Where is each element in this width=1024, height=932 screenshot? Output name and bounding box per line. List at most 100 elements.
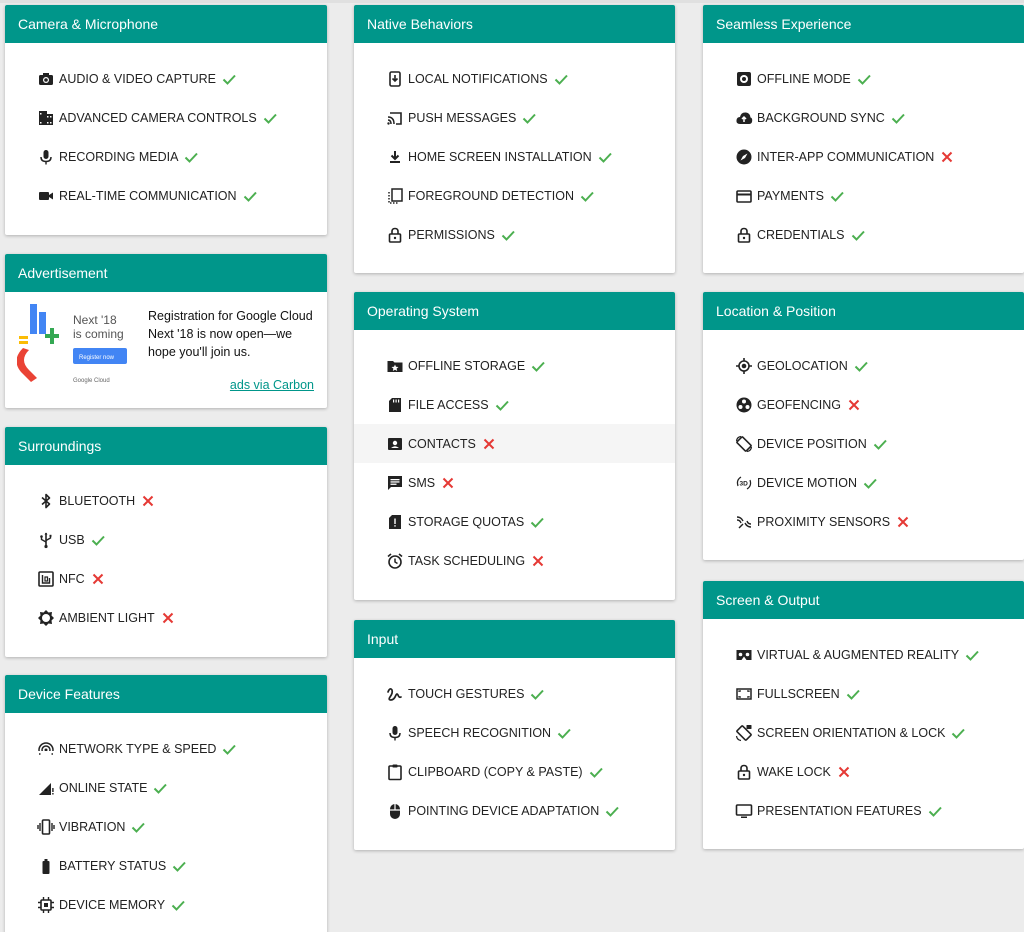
feature-item[interactable]: BATTERY STATUS [5,846,327,885]
check-icon [950,725,966,741]
feature-item[interactable]: BACKGROUND SYNC [703,98,1024,137]
top-divider [0,0,1024,3]
feature-item[interactable]: PROXIMITY SENSORS [703,502,1024,541]
feature-item[interactable]: VIBRATION [5,807,327,846]
feature-item[interactable]: WAKE LOCK [703,752,1024,791]
feature-label: OFFLINE MODE [757,71,851,86]
feature-item[interactable]: CLIPBOARD (COPY & PASTE) [354,752,675,791]
cross-icon [939,149,955,165]
check-icon [872,436,888,452]
feature-list: TOUCH GESTURES SPEECH RECOGNITION CLIPBOAR… [354,658,675,830]
lock-icon [735,763,753,781]
card-location-position: Location & Position GEOLOCATION GEOFENCIN… [703,292,1024,560]
feature-item[interactable]: OFFLINE STORAGE [354,346,675,385]
card-title: Location & Position [703,292,1024,330]
feature-item[interactable]: NETWORK TYPE & SPEED [5,729,327,768]
feature-item[interactable]: CONTACTS [354,424,675,463]
check-icon [853,358,869,374]
check-icon [579,188,595,204]
feature-item[interactable]: NFC [5,559,327,598]
cross-icon [90,571,106,587]
feature-label: PROXIMITY SENSORS [757,514,891,529]
vibration-icon [37,818,55,836]
vr-icon [735,646,753,664]
feature-item[interactable]: SPEECH RECOGNITION [354,713,675,752]
feature-item[interactable]: FULLSCREEN [703,674,1024,713]
feature-label: DEVICE POSITION [757,436,867,451]
offline-icon [735,70,753,88]
feature-label: AMBIENT LIGHT [59,610,155,625]
feature-label: AUDIO & VIDEO CAPTURE [59,71,216,86]
feature-label: WAKE LOCK [757,764,831,779]
feature-item[interactable]: GEOLOCATION [703,346,1024,385]
feature-list: VIRTUAL & AUGMENTED REALITY FULLSCREEN SCR… [703,619,1024,830]
feature-item[interactable]: PERMISSIONS [354,215,675,254]
ad-image[interactable]: Next '18 is coming Register now Google C… [17,304,127,396]
cross-icon [440,475,456,491]
feature-item[interactable]: OFFLINE MODE [703,59,1024,98]
feature-label: TASK SCHEDULING [408,553,526,568]
feature-item[interactable]: STORAGE QUOTAS [354,502,675,541]
ad-register-button: Register now [79,355,115,361]
feature-label: NFC [59,571,85,586]
check-icon [964,647,980,663]
feature-item[interactable]: HOME SCREEN INSTALLATION [354,137,675,176]
feature-label: PERMISSIONS [408,227,495,242]
feature-item[interactable]: ADVANCED CAMERA CONTROLS [5,98,327,137]
check-icon [262,110,278,126]
feature-label: GEOLOCATION [757,358,848,373]
feature-item[interactable]: GEOFENCING [703,385,1024,424]
feature-item[interactable]: USB [5,520,327,559]
feature-label: ONLINE STATE [59,780,148,795]
folder-star-icon [386,357,404,375]
feature-item[interactable]: FILE ACCESS [354,385,675,424]
feature-item[interactable]: DEVICE MEMORY [5,885,327,924]
feature-item[interactable]: BLUETOOTH [5,481,327,520]
check-icon [242,188,258,204]
feature-item[interactable]: TASK SCHEDULING [354,541,675,580]
feature-item[interactable]: PRESENTATION FEATURES [703,791,1024,830]
nfc-icon [37,570,55,588]
check-icon [597,149,613,165]
feature-item[interactable]: SCREEN ORIENTATION & LOCK [703,713,1024,752]
screen-rotation-icon [735,435,753,453]
notification-icon [386,70,404,88]
check-icon [529,686,545,702]
feature-item[interactable]: TOUCH GESTURES [354,674,675,713]
check-icon [927,803,943,819]
feature-label: PRESENTATION FEATURES [757,803,922,818]
feature-item[interactable]: CREDENTIALS [703,215,1024,254]
monitor-icon [735,802,753,820]
ad-text[interactable]: Registration for Google Cloud Next '18 i… [148,307,323,361]
svg-text:3D: 3D [740,480,749,487]
check-icon [890,110,906,126]
message-icon [386,474,404,492]
feature-item[interactable]: VIRTUAL & AUGMENTED REALITY [703,635,1024,674]
feature-item[interactable]: PAYMENTS [703,176,1024,215]
feature-item[interactable]: RECORDING MEDIA [5,137,327,176]
feature-item[interactable]: FOREGROUND DETECTION [354,176,675,215]
ads-via-carbon-link[interactable]: ads via Carbon [230,378,314,392]
check-icon [221,71,237,87]
feature-item[interactable]: POINTING DEVICE ADAPTATION [354,791,675,830]
card-title: Advertisement [5,254,327,292]
feature-list: AUDIO & VIDEO CAPTURE ADVANCED CAMERA CON… [5,43,327,215]
feature-label: VIRTUAL & AUGMENTED REALITY [757,647,960,662]
feature-item[interactable]: AMBIENT LIGHT [5,598,327,637]
check-icon [171,858,187,874]
feature-item[interactable]: SMS [354,463,675,502]
ad-body: Next '18 is coming Register now Google C… [5,292,327,408]
feature-item[interactable]: AUDIO & VIDEO CAPTURE [5,59,327,98]
feature-item[interactable]: REAL-TIME COMMUNICATION [5,176,327,215]
card-native-behaviors: Native Behaviors LOCAL NOTIFICATIONS PUSH… [354,5,675,273]
feature-item[interactable]: INTER-APP COMMUNICATION [703,137,1024,176]
microphone-icon [37,148,55,166]
check-icon [494,397,510,413]
feature-item[interactable]: 3D DEVICE MOTION [703,463,1024,502]
feature-item[interactable]: LOCAL NOTIFICATIONS [354,59,675,98]
feature-label: POINTING DEVICE ADAPTATION [408,803,600,818]
feature-item[interactable]: PUSH MESSAGES [354,98,675,137]
ad-brand: Google Cloud [73,378,110,384]
feature-item[interactable]: ONLINE STATE [5,768,327,807]
feature-item[interactable]: DEVICE POSITION [703,424,1024,463]
